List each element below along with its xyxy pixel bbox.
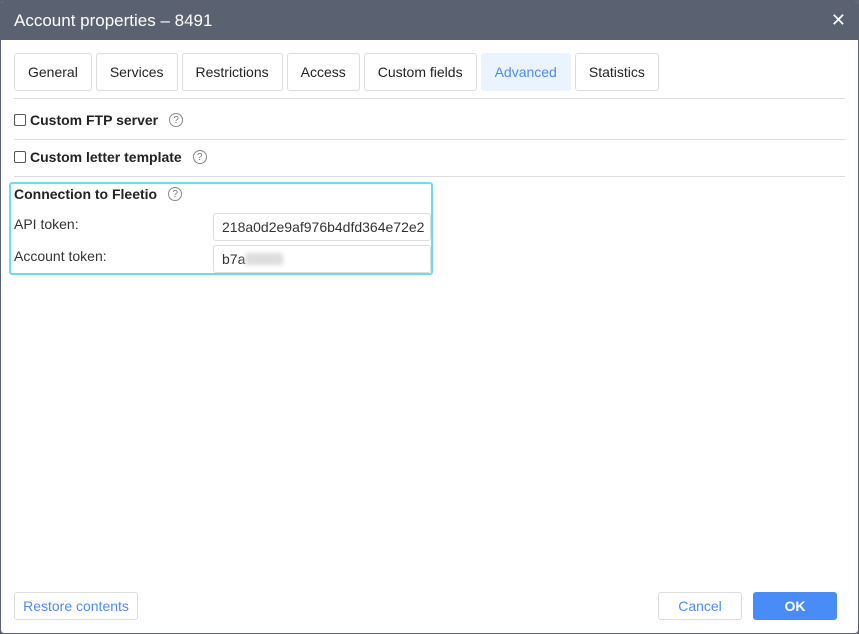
tab-access[interactable]: Access	[286, 53, 360, 91]
dialog-header: Account properties – 8491 ✕	[1, 1, 858, 40]
help-icon[interactable]: ?	[168, 187, 183, 201]
fleetio-title: Connection to Fleetio	[14, 186, 158, 202]
restore-contents-button[interactable]: Restore contents	[14, 592, 138, 620]
close-icon[interactable]: ✕	[831, 10, 846, 31]
tab-statistics[interactable]: Statistics	[574, 53, 659, 91]
fleetio-header: Connection to Fleetio ?	[14, 186, 183, 202]
account-properties-dialog: Account properties – 8491 ✕ General Serv…	[1, 1, 858, 633]
dialog-title: Account properties – 8491	[14, 10, 213, 30]
divider	[14, 98, 845, 99]
tab-services[interactable]: Services	[95, 53, 178, 91]
account-token-input[interactable]: b7a	[213, 245, 431, 273]
cancel-button[interactable]: Cancel	[658, 592, 742, 620]
custom-ftp-label[interactable]: Custom FTP server	[30, 112, 158, 128]
custom-ftp-row: Custom FTP server ?	[14, 112, 184, 128]
account-token-value: b7a	[222, 251, 246, 267]
api-token-label: API token:	[14, 216, 79, 232]
tab-advanced[interactable]: Advanced	[480, 53, 571, 91]
account-token-label: Account token:	[14, 248, 107, 264]
api-token-value: 218a0d2e9af976b4dfd364e72e2	[222, 219, 425, 235]
api-token-input[interactable]: 218a0d2e9af976b4dfd364e72e2	[213, 213, 431, 241]
custom-letter-checkbox[interactable]	[14, 151, 26, 163]
tab-general[interactable]: General	[14, 53, 92, 91]
help-icon[interactable]: ?	[192, 150, 207, 164]
custom-ftp-checkbox[interactable]	[14, 114, 26, 126]
tab-custom-fields[interactable]: Custom fields	[363, 53, 477, 91]
divider	[14, 176, 845, 177]
divider	[14, 139, 845, 140]
ok-button[interactable]: OK	[753, 592, 837, 620]
tab-restrictions[interactable]: Restrictions	[181, 53, 283, 91]
tab-bar: General Services Restrictions Access Cus…	[14, 53, 659, 91]
custom-letter-row: Custom letter template ?	[14, 149, 207, 165]
help-icon[interactable]: ?	[169, 113, 184, 127]
redacted-text	[245, 253, 284, 265]
custom-letter-label[interactable]: Custom letter template	[30, 149, 182, 165]
